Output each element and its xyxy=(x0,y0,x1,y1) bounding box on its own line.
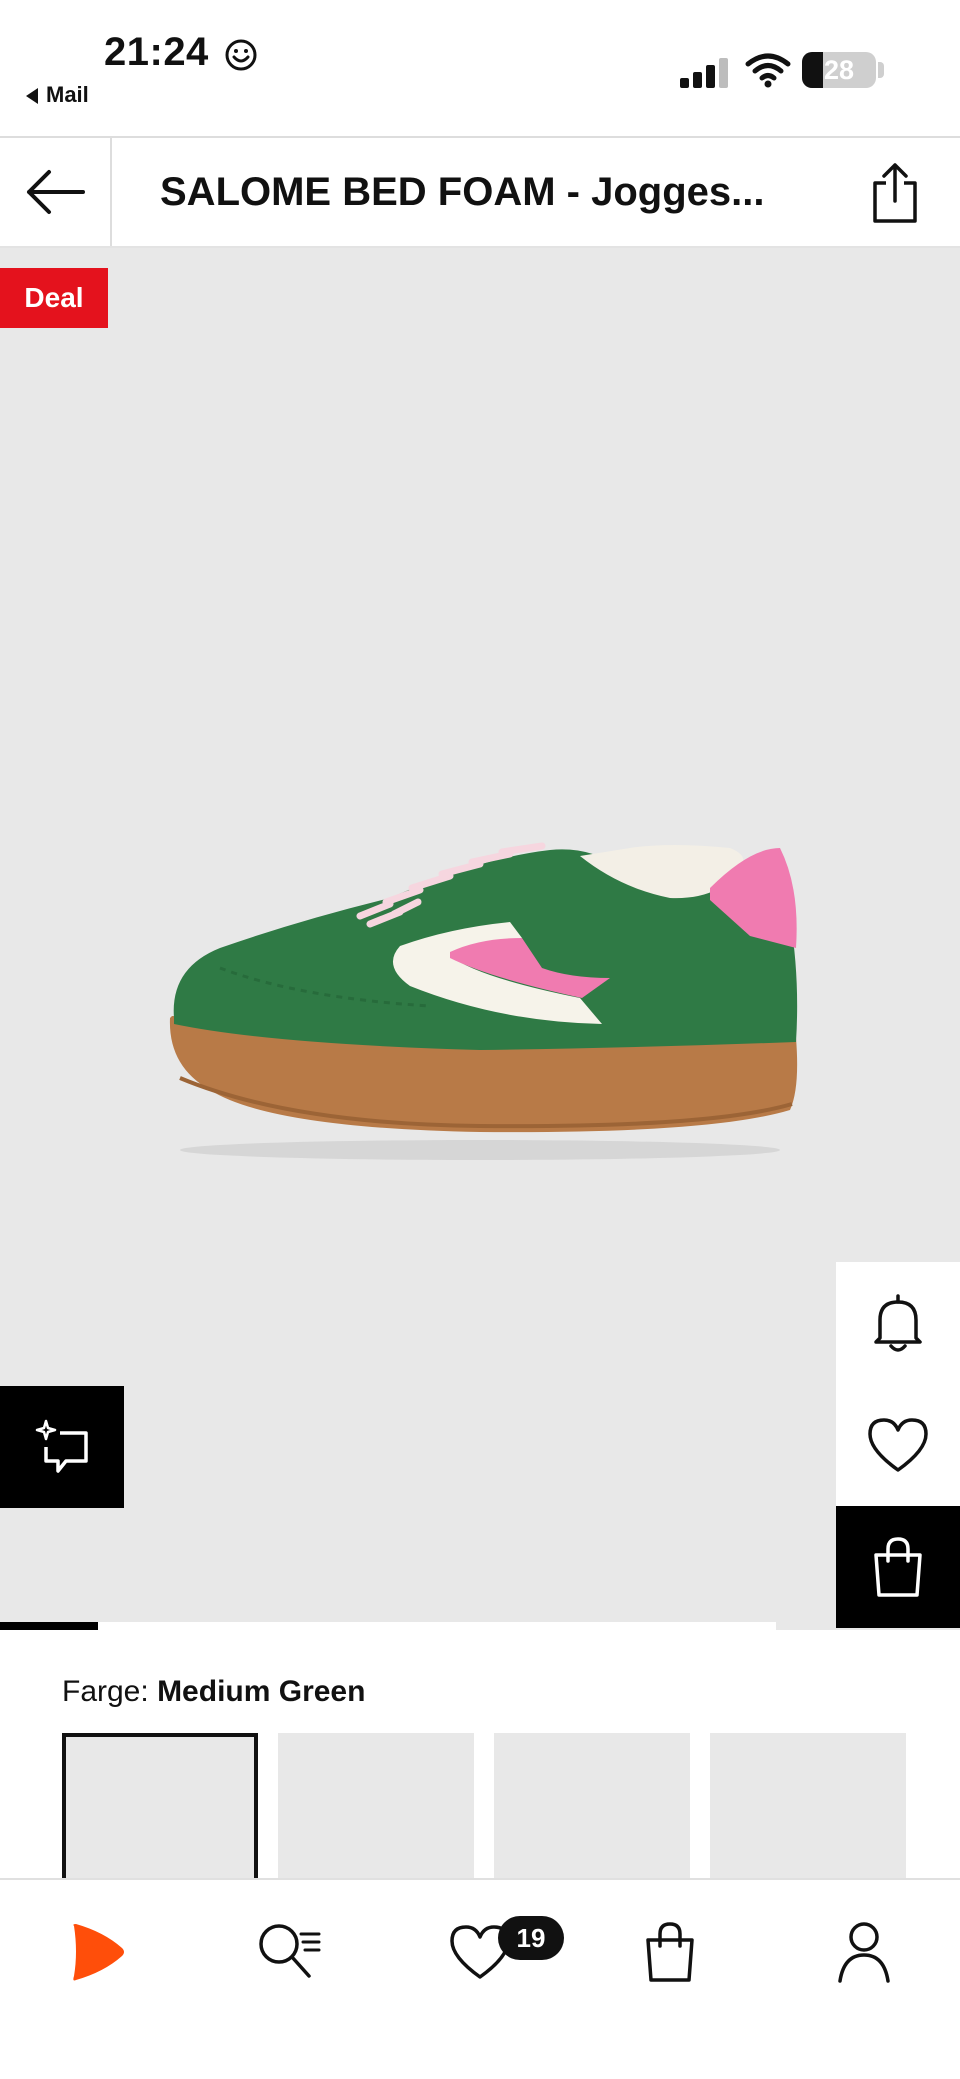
signal-icon xyxy=(680,58,728,88)
search-icon xyxy=(259,1924,321,1978)
back-to-mail[interactable]: Mail xyxy=(26,82,89,108)
color-label-prefix: Farge: xyxy=(62,1675,149,1708)
compare-button[interactable] xyxy=(0,1386,124,1508)
compare-sparkle-icon xyxy=(35,1419,88,1473)
selected-color: Medium Green xyxy=(157,1675,366,1708)
page-title: SALOME BED FOAM - Jogges... xyxy=(160,170,765,214)
bag-icon xyxy=(646,1922,694,1982)
profile-icon xyxy=(838,1922,890,1983)
gallery-progress-bar xyxy=(0,1622,98,1630)
deal-badge: Deal xyxy=(0,268,108,328)
back-triangle-icon xyxy=(26,88,38,105)
wishlist-count-badge: 19 xyxy=(498,1916,564,1960)
nav-bag[interactable] xyxy=(630,1912,710,1992)
bottom-navigation: 19 xyxy=(0,1878,960,2079)
add-to-bag-button[interactable] xyxy=(836,1506,960,1628)
color-label: Farge: Medium Green xyxy=(62,1675,365,1709)
wifi-icon xyxy=(745,53,791,88)
home-icon xyxy=(73,1924,124,1981)
heart-icon xyxy=(868,1418,928,1472)
notify-button[interactable] xyxy=(836,1262,960,1384)
side-actions xyxy=(836,1262,960,1628)
product-header: SALOME BED FOAM - Jogges... xyxy=(0,136,960,248)
product-shoe-image xyxy=(169,842,798,1160)
status-time: 21:24 xyxy=(104,30,209,74)
nav-search[interactable] xyxy=(250,1912,330,1992)
gallery-progress xyxy=(0,1622,776,1630)
back-arrow-icon xyxy=(27,170,85,214)
share-button[interactable] xyxy=(860,158,930,228)
battery-percent: 28 xyxy=(823,55,855,85)
color-section: Farge: Medium Green xyxy=(0,1630,960,1913)
battery-tip xyxy=(878,62,884,78)
status-bar: 21:24 Mail 28 xyxy=(0,0,960,136)
nav-home[interactable] xyxy=(56,1912,136,1992)
wishlist-button[interactable] xyxy=(836,1384,960,1506)
nav-profile[interactable] xyxy=(824,1912,904,1992)
back-button[interactable] xyxy=(0,138,112,246)
battery-icon: 28 xyxy=(802,52,876,88)
bell-icon xyxy=(874,1294,922,1352)
back-app-label: Mail xyxy=(46,82,89,107)
product-image-gallery[interactable]: Deal xyxy=(0,248,960,1630)
shopping-bag-icon xyxy=(874,1537,922,1597)
share-icon xyxy=(873,163,917,223)
smiley-icon xyxy=(225,39,257,71)
